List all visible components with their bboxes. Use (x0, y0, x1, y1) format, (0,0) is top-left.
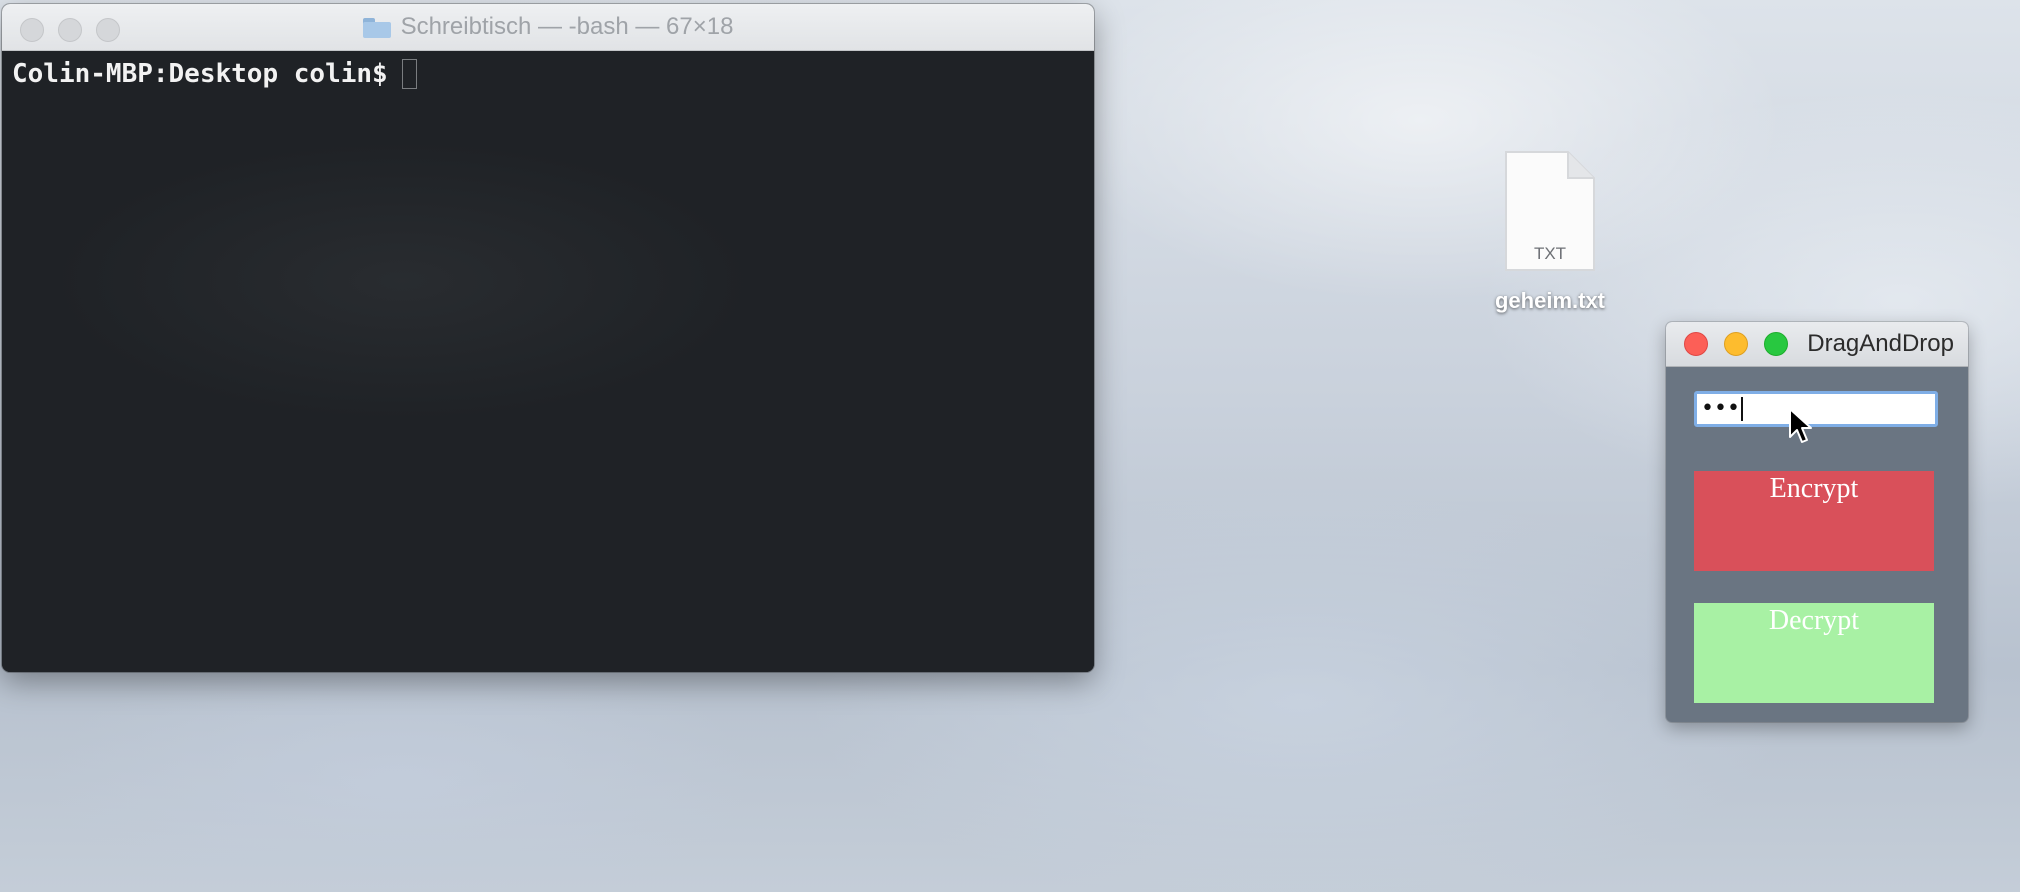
desktop-file-geheim[interactable]: TXT geheim.txt (1476, 150, 1624, 314)
desktop: Schreibtisch — -bash — 67×18 Colin-MBP:D… (0, 0, 2020, 892)
terminal-titlebar[interactable]: Schreibtisch — -bash — 67×18 (2, 4, 1094, 51)
terminal-window[interactable]: Schreibtisch — -bash — 67×18 Colin-MBP:D… (2, 4, 1094, 672)
decrypt-button[interactable]: Decrypt (1694, 603, 1934, 703)
shell-prompt: Colin-MBP:Desktop colin$ (12, 59, 388, 89)
terminal-title-text: Schreibtisch — -bash — 67×18 (400, 13, 734, 40)
folder-icon (362, 16, 391, 38)
password-field[interactable]: ••• (1694, 391, 1938, 427)
text-cursor (401, 59, 417, 89)
close-button[interactable] (1684, 332, 1708, 356)
window-title: DragAndDrop (1807, 330, 1954, 357)
draganddrop-window-controls (1684, 332, 1788, 356)
zoom-button[interactable] (1764, 332, 1788, 356)
draganddrop-window[interactable]: DragAndDrop ••• Encrypt Decrypt (1666, 322, 1968, 722)
draganddrop-content: ••• Encrypt Decrypt (1666, 367, 1968, 722)
text-document-icon: TXT (1504, 150, 1596, 272)
prompt-line: Colin-MBP:Desktop colin$ (12, 57, 1084, 91)
draganddrop-titlebar[interactable]: DragAndDrop (1666, 322, 1968, 367)
file-name-label: geheim.txt (1494, 288, 1606, 313)
password-value: ••• (1701, 396, 1740, 421)
terminal-title: Schreibtisch — -bash — 67×18 (2, 4, 1094, 50)
text-caret (1740, 397, 1743, 421)
encrypt-button[interactable]: Encrypt (1694, 471, 1934, 571)
terminal-content[interactable]: Colin-MBP:Desktop colin$ (2, 51, 1094, 672)
mouse-pointer-icon (1788, 407, 1814, 450)
file-extension-label: TXT (1533, 244, 1567, 263)
minimize-button[interactable] (1724, 332, 1748, 356)
